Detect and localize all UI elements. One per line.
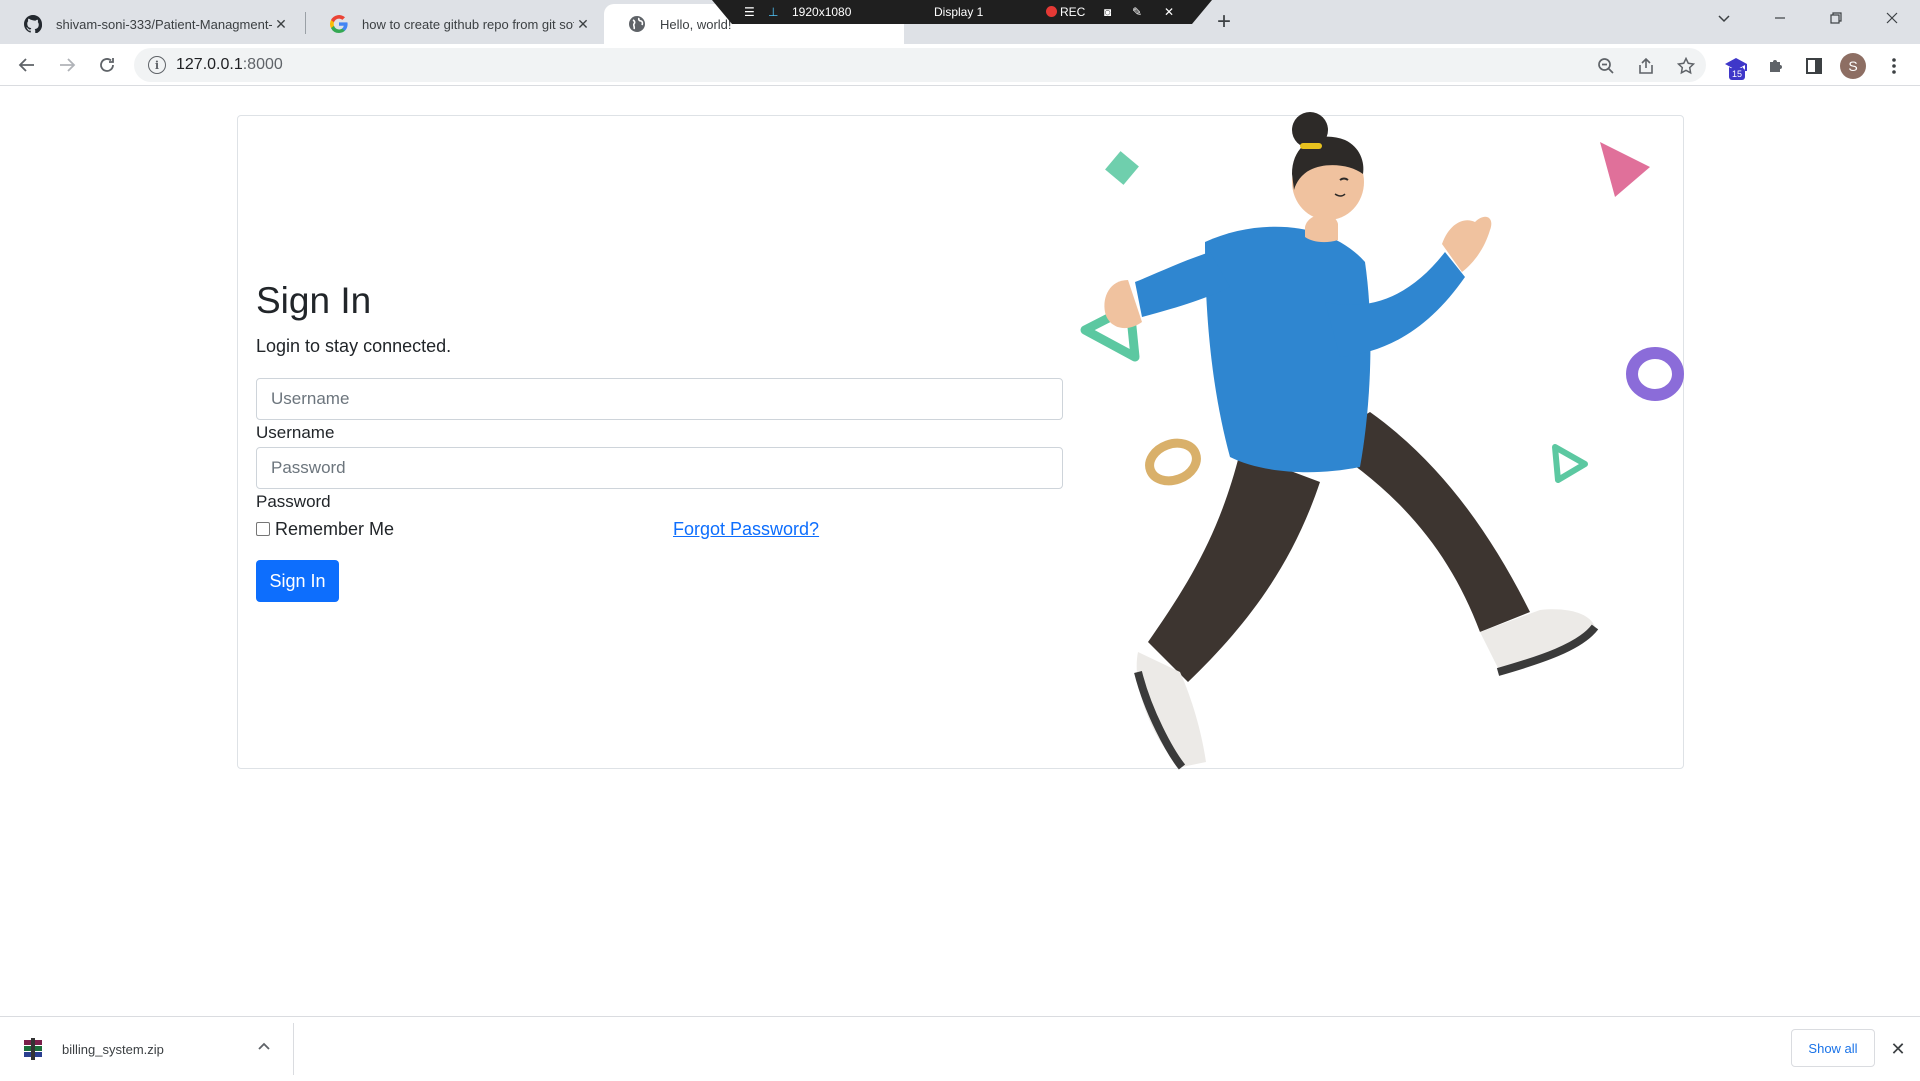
close-icon[interactable]: ✕ <box>272 15 290 33</box>
download-divider <box>293 1023 294 1075</box>
recorder-display: Display 1 <box>934 5 984 19</box>
github-icon <box>24 15 42 33</box>
profile-avatar[interactable]: S <box>1840 53 1866 79</box>
record-dot-icon <box>1046 6 1057 17</box>
pink-triangle-shape <box>1600 142 1650 197</box>
side-panel-icon[interactable] <box>1800 52 1828 80</box>
url-text: 127.0.0.1:8000 <box>176 56 283 73</box>
screen-recorder-bar: ☰ ⊥ 1920x1080 Display 1 REC ◙ ✎ ✕ <box>712 0 1212 24</box>
bookmark-star-icon[interactable] <box>1674 54 1698 78</box>
kebab-menu-icon[interactable] <box>1880 52 1908 80</box>
camera-icon[interactable]: ◙ <box>1104 5 1111 19</box>
address-bar[interactable]: i 127.0.0.1:8000 <box>134 48 1706 82</box>
close-window-icon[interactable] <box>1864 0 1920 36</box>
remember-me: Remember Me <box>256 519 394 540</box>
globe-icon <box>628 15 646 33</box>
remember-me-label: Remember Me <box>275 519 395 539</box>
browser-toolbar: i 127.0.0.1:8000 15 S <box>0 44 1920 86</box>
download-file-name: billing_system.zip <box>62 1041 164 1057</box>
purple-ring-shape <box>1626 347 1684 401</box>
recorder-close-icon[interactable]: ✕ <box>1164 5 1174 19</box>
new-tab-button[interactable]: + <box>1210 8 1238 36</box>
record-button[interactable]: REC <box>1046 5 1085 19</box>
tab-title: shivam-soni-333/Patient-Managment-S <box>56 16 272 32</box>
back-leg <box>1148 452 1320 682</box>
download-shelf: billing_system.zip Show all ✕ <box>0 1016 1920 1080</box>
menu-icon[interactable]: ☰ <box>744 5 755 19</box>
tab-google-search[interactable]: how to create github repo from git soft … <box>306 4 604 44</box>
forward-arrow-icon[interactable] <box>52 50 82 80</box>
restore-icon[interactable] <box>1808 0 1864 36</box>
recorder-resolution: 1920x1080 <box>792 5 852 19</box>
running-person-illustration <box>1080 112 1684 770</box>
reload-icon[interactable] <box>92 50 122 80</box>
close-icon[interactable]: ✕ <box>574 15 592 33</box>
tab-title: how to create github repo from git soft <box>362 16 574 32</box>
close-shelf-icon[interactable]: ✕ <box>1886 1037 1910 1061</box>
show-all-button[interactable]: Show all <box>1791 1029 1875 1067</box>
tab-github-repo[interactable]: shivam-soni-333/Patient-Managment-S ✕ <box>0 4 302 44</box>
gold-ring-shape <box>1145 438 1201 486</box>
remember-me-checkbox[interactable] <box>256 521 270 536</box>
tab-search-chevron-icon[interactable] <box>1696 0 1752 36</box>
page-subtitle: Login to stay connected. <box>256 336 452 356</box>
hair-bun <box>1292 112 1328 148</box>
zoom-icon[interactable] <box>1594 54 1618 78</box>
forgot-password-link[interactable]: Forgot Password? <box>673 519 819 540</box>
password-label: Password <box>256 492 331 511</box>
sign-in-button[interactable]: Sign In <box>256 560 339 602</box>
username-input[interactable] <box>256 378 1063 420</box>
zip-archive-icon <box>20 1036 46 1062</box>
username-label: Username <box>256 423 335 442</box>
extension-badge: 15 <box>1729 68 1746 80</box>
chevron-up-icon[interactable] <box>254 1037 274 1057</box>
pen-icon[interactable]: ✎ <box>1132 5 1142 19</box>
google-icon <box>330 15 348 33</box>
hair-tie <box>1300 143 1322 149</box>
minimize-icon[interactable] <box>1752 0 1808 36</box>
puzzle-icon[interactable] <box>1762 52 1790 80</box>
small-triangle-shape <box>1552 444 1588 483</box>
site-info-icon[interactable]: i <box>148 56 166 74</box>
share-icon[interactable] <box>1634 54 1658 78</box>
password-input[interactable] <box>256 447 1063 489</box>
page-title: Sign In <box>256 280 372 321</box>
diamond-shape <box>1105 151 1139 185</box>
download-item[interactable]: billing_system.zip <box>20 1017 164 1081</box>
pin-icon[interactable]: ⊥ <box>768 5 778 19</box>
back-arrow-icon[interactable] <box>12 50 42 80</box>
